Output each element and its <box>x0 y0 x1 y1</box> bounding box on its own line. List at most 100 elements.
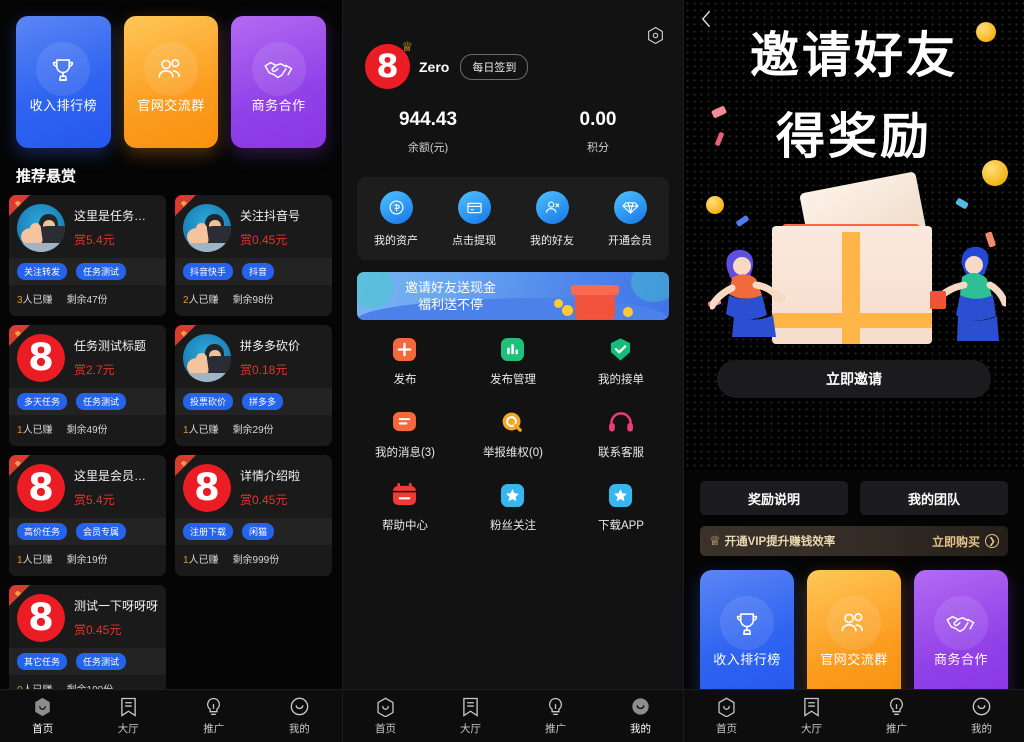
nav-item-home[interactable]: 首页 <box>684 696 769 736</box>
task-grid: 热 这里是任务的标题 赏5.4元 关注转发 任务测试 3人已赚 剩余 <box>0 195 342 706</box>
person-right-illustration <box>924 237 1009 350</box>
daily-signin-button[interactable]: 每日签到 <box>460 53 529 80</box>
task-earned-suffix: 人已赚 <box>188 295 219 306</box>
hall-bookmark-icon <box>769 696 854 717</box>
nav-label: 首页 <box>375 723 396 735</box>
task-remaining: 剩余47份 <box>66 295 108 306</box>
menu-item-messages[interactable]: 我的消息(3) <box>351 409 459 460</box>
nav-item-home[interactable]: 首页 <box>343 696 428 736</box>
promote-bulb-icon <box>513 696 598 717</box>
shortcut-card-business[interactable]: 商务合作 <box>231 16 327 148</box>
menu-item-publish[interactable]: 发布 <box>351 336 459 387</box>
menu-item-download-app[interactable]: 下载APP <box>567 482 675 533</box>
home-hex-icon <box>343 696 428 717</box>
task-card[interactable]: 热 关注抖音号 赏0.45元 抖音快手 抖音 2人已赚 剩余98份 <box>175 195 332 316</box>
hero-headline: 邀请好友 得奖励 <box>684 16 1024 168</box>
task-price: 赏5.4元 <box>74 493 115 507</box>
shortcut-card-official-group[interactable]: 官网交流群 <box>807 570 901 702</box>
task-tag: 任务测试 <box>76 263 127 280</box>
right-shortcut-cards: 收入排行榜 官网交流群 商务合作 <box>684 556 1024 702</box>
task-footer: 1人已赚 剩余999份 <box>175 545 332 574</box>
nav-item-promote[interactable]: 推广 <box>171 696 257 736</box>
task-footer: 2人已赚 剩余98份 <box>175 285 332 314</box>
task-tag: 任务测试 <box>76 393 127 410</box>
task-remaining: 剩余19份 <box>66 555 108 566</box>
task-card[interactable]: 热 这里是任务的标题 赏5.4元 关注转发 任务测试 3人已赚 剩余 <box>9 195 166 316</box>
promote-bulb-icon <box>171 696 257 717</box>
avatar-text: 8 <box>376 46 399 85</box>
task-card[interactable]: 热 8 这里是会员的任务 赏5.4元 高价任务 会员专属 1人已赚 剩 <box>9 455 166 576</box>
invite-now-button[interactable]: 立即邀请 <box>717 360 991 398</box>
task-card[interactable]: 热 8 详情介绍啦 赏0.45元 注册下载 闲猫 1人已赚 剩余999份 <box>175 455 332 576</box>
nav-item-hall[interactable]: 大厅 <box>86 696 172 736</box>
task-title: 关注抖音号 <box>240 209 301 223</box>
mid-quick-actions: 我的资产 点击提现 我的好友 开通会员 <box>357 177 669 260</box>
shortcut-card-official-group[interactable]: 官网交流群 <box>123 16 219 148</box>
quick-action-assets[interactable]: 我的资产 <box>357 191 435 248</box>
task-card[interactable]: 热 8 任务测试标题 赏2.7元 多天任务 任务测试 1人已赚 剩余49份 <box>9 325 166 446</box>
trophy-icon <box>732 609 762 639</box>
mid-stats: 944.43 余额(元) 0.00 积分 <box>343 109 683 155</box>
mid-user-row: 8 ♕ Zero 每日签到 <box>343 39 683 89</box>
task-title: 这里是会员的任务 <box>74 469 158 483</box>
stat-value: 0.00 <box>579 109 617 130</box>
menu-item-my-orders[interactable]: 我的接单 <box>567 336 675 387</box>
task-card[interactable]: 热 8 测试一下呀呀呀 赏0.45元 其它任务 任务测试 0人已赚 剩 <box>9 585 166 706</box>
gear-hex-icon[interactable] <box>646 26 665 45</box>
nav-label: 我的 <box>630 723 651 735</box>
menu-item-label: 我的消息(3) <box>374 447 436 459</box>
nav-item-profile[interactable]: 我的 <box>939 696 1024 736</box>
task-title: 测试一下呀呀呀 <box>74 599 158 613</box>
menu-item-help-center[interactable]: 帮助中心 <box>351 482 459 533</box>
vip-promo-bar[interactable]: ♕ 开通VIP提升赚钱效率 立即购买 ❯ <box>700 526 1008 556</box>
shortcut-card-label: 官网交流群 <box>820 652 888 667</box>
task-tags: 抖音快手 抖音 <box>175 258 332 285</box>
menu-item-publish-manage[interactable]: 发布管理 <box>459 336 567 387</box>
chevron-right-icon: ❯ <box>985 534 999 548</box>
shortcut-card-income-ranking[interactable]: 收入排行榜 <box>700 570 794 702</box>
nav-label: 大厅 <box>117 723 139 735</box>
chevron-left-icon[interactable] <box>698 8 715 35</box>
nav-item-hall[interactable]: 大厅 <box>769 696 854 736</box>
gift-illustration <box>684 140 1024 350</box>
banner-text: 邀请好友送现金 福利送不停 <box>405 279 496 313</box>
task-tag: 闲猫 <box>242 523 275 540</box>
report-search-icon <box>500 409 526 435</box>
quick-action-vip[interactable]: 开通会员 <box>591 191 669 248</box>
nav-item-promote[interactable]: 推广 <box>513 696 598 736</box>
shortcut-card-label: 收入排行榜 <box>713 652 781 667</box>
nav-item-home[interactable]: 首页 <box>0 696 86 736</box>
nav-item-hall[interactable]: 大厅 <box>428 696 513 736</box>
menu-item-support[interactable]: 联系客服 <box>567 409 675 460</box>
shortcut-card-label: 商务合作 <box>251 98 306 113</box>
nav-item-promote[interactable]: 推广 <box>854 696 939 736</box>
handshake-icon <box>945 610 977 638</box>
task-remaining: 剩余999份 <box>232 555 280 566</box>
avatar[interactable]: 8 ♕ <box>365 39 413 89</box>
task-card[interactable]: 热 拼多多砍价 赏0.18元 投票砍价 拼多多 1人已赚 剩余29份 <box>175 325 332 446</box>
task-footer: 1人已赚 剩余19份 <box>9 545 166 574</box>
quick-action-label: 我的资产 <box>374 235 418 247</box>
stat-label: 余额(元) <box>407 142 449 154</box>
nav-item-profile[interactable]: 我的 <box>598 696 683 736</box>
message-icon <box>392 409 418 435</box>
menu-item-report[interactable]: 举报维权(0) <box>459 409 567 460</box>
quick-action-friends[interactable]: 我的好友 <box>513 191 591 248</box>
task-tag: 抖音快手 <box>183 263 234 280</box>
chart-manage-icon <box>500 336 526 362</box>
menu-item-label: 发布 <box>393 374 417 386</box>
my-team-button[interactable]: 我的团队 <box>860 481 1008 515</box>
vip-buy-label[interactable]: 立即购买 <box>932 533 980 550</box>
nav-item-profile[interactable]: 我的 <box>257 696 343 736</box>
reward-rules-button[interactable]: 奖励说明 <box>700 481 848 515</box>
stat-label: 积分 <box>587 142 609 154</box>
hall-bookmark-icon <box>428 696 513 717</box>
invite-friends-banner[interactable]: 邀请好友送现金 福利送不停 <box>357 272 669 320</box>
task-tag: 任务测试 <box>76 653 127 670</box>
quick-action-withdraw[interactable]: 点击提现 <box>435 191 513 248</box>
withdraw-card-icon <box>457 191 491 224</box>
coin-icon <box>562 305 573 316</box>
shortcut-card-business[interactable]: 商务合作 <box>914 570 1008 702</box>
menu-item-fans[interactable]: 粉丝关注 <box>459 482 567 533</box>
shortcut-card-income-ranking[interactable]: 收入排行榜 <box>16 16 111 148</box>
